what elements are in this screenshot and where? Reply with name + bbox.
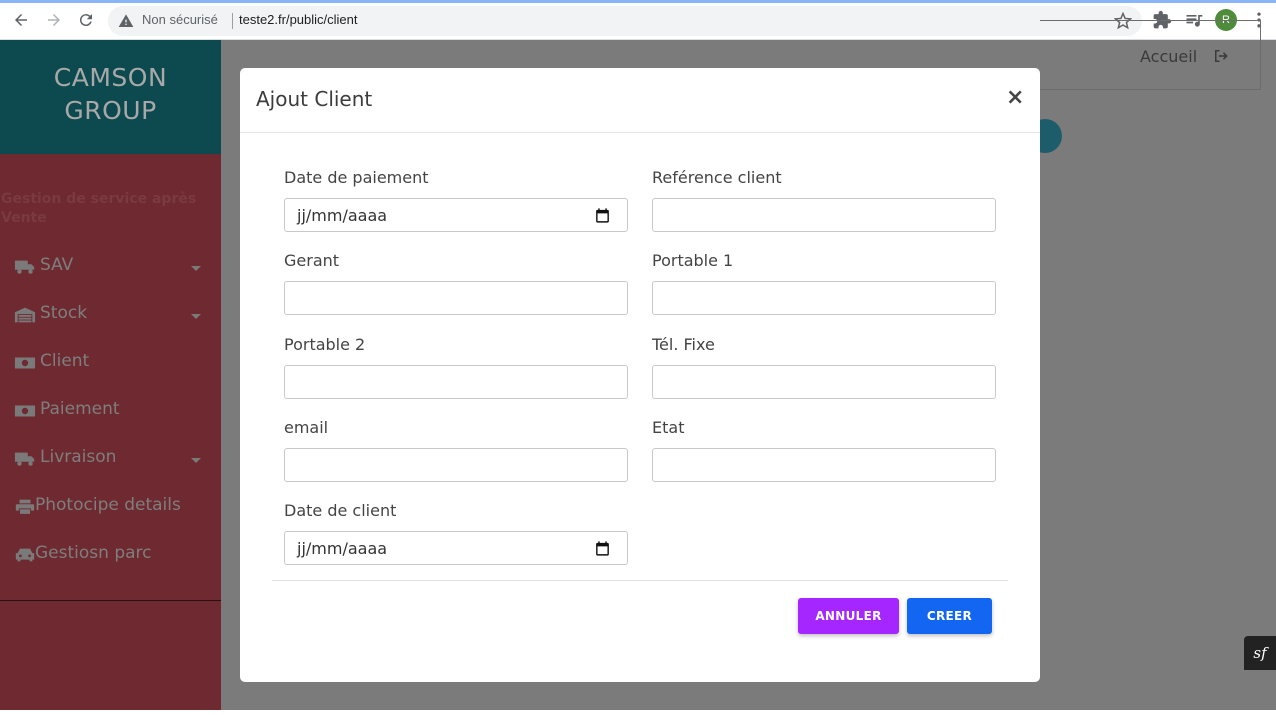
email-field[interactable] [284, 448, 628, 482]
insecure-label: Non sécurisé [142, 12, 218, 27]
close-icon[interactable]: × [1006, 87, 1024, 109]
date-client-label: Date de client [284, 501, 397, 520]
sidebar: CAMSON GROUP Gestion de service après Ve… [0, 40, 221, 710]
portable1-input[interactable] [652, 281, 996, 315]
modal-footer-divider [272, 580, 1008, 581]
date-client-input[interactable]: jj/mm/aaaa [284, 531, 628, 565]
page-bottom-strip [0, 710, 1276, 715]
brand-line-1: CAMSON [53, 63, 168, 92]
calendar-icon[interactable] [594, 540, 611, 557]
car-icon [15, 548, 35, 562]
money-icon [14, 405, 36, 417]
portable2-input[interactable] [284, 365, 628, 399]
sidebar-item-parc[interactable]: Gestiosn parc [0, 536, 221, 576]
sign-out-icon[interactable] [1212, 47, 1230, 65]
reload-button[interactable] [74, 8, 98, 32]
tel-fixe-label: Tél. Fixe [652, 335, 715, 354]
sidebar-item-label: SAV [40, 255, 74, 275]
home-link[interactable]: Accueil [1140, 47, 1197, 66]
sidebar-item-client[interactable]: Client [0, 344, 221, 384]
sidebar-item-sav[interactable]: SAV [0, 248, 221, 288]
date-placeholder: jj/mm/aaaa [297, 539, 388, 558]
portable2-label: Portable 2 [284, 335, 366, 354]
brand-header: CAMSON GROUP [0, 40, 221, 154]
sidebar-item-label: Client [40, 351, 90, 371]
etat-input[interactable] [652, 448, 996, 482]
create-button[interactable]: CREER [907, 598, 992, 634]
money-icon [14, 357, 36, 369]
sidebar-item-stock[interactable]: Stock [0, 296, 221, 336]
url-text: teste2.fr/public/client [239, 12, 358, 27]
reference-client-input[interactable] [652, 198, 996, 232]
arrow-right-icon [48, 14, 60, 26]
caret-down-icon [191, 266, 201, 271]
sidebar-item-label: Photocipe details [35, 495, 181, 515]
date-paiement-label: Date de paiement [284, 168, 429, 187]
date-paiement-input[interactable]: jj/mm/aaaa [284, 198, 628, 232]
caret-down-icon [191, 458, 201, 463]
page-load-progress [0, 0, 1276, 3]
portable1-label: Portable 1 [652, 251, 734, 270]
address-bar[interactable]: Non sécurisé teste2.fr/public/client [108, 6, 1142, 36]
sidebar-item-paiement[interactable]: Paiement [0, 392, 221, 432]
printer-icon [15, 499, 35, 515]
omnibox-separator [232, 13, 233, 29]
brand-logo-text: CAMSON GROUP [0, 61, 221, 127]
modal-header: Ajout Client × [240, 68, 1040, 133]
sidebar-item-label: Gestiosn parc [35, 543, 152, 563]
reload-icon [79, 14, 92, 27]
modal-title: Ajout Client [256, 87, 373, 111]
brand-line-2: GROUP [64, 96, 157, 125]
etat-label: Etat [652, 418, 685, 437]
tel-fixe-input[interactable] [652, 365, 996, 399]
calendar-icon[interactable] [594, 207, 611, 224]
reference-client-label: Reférence client [652, 168, 782, 187]
gerant-label: Gerant [284, 251, 340, 270]
arrow-left-icon [15, 14, 27, 26]
gerant-input[interactable] [284, 281, 628, 315]
sidebar-item-label: Paiement [40, 399, 120, 419]
sidebar-item-label: Livraison [40, 447, 117, 467]
sidebar-divider [0, 600, 221, 601]
warehouse-icon [14, 307, 36, 323]
sidebar-item-livraison[interactable]: Livraison [0, 440, 221, 480]
truck-icon [14, 260, 35, 274]
sidebar-item-photocopie[interactable]: Photocipe details [0, 488, 221, 528]
forward-button[interactable] [42, 8, 66, 32]
back-button[interactable] [9, 8, 33, 32]
caret-down-icon [191, 314, 201, 319]
add-client-modal: Ajout Client × Date de paiement jj/mm/aa… [240, 68, 1040, 682]
cancel-button[interactable]: ANNULER [798, 598, 899, 634]
sidebar-item-label: Stock [40, 303, 88, 323]
sidebar-subtitle: Gestion de service après Vente [1, 191, 197, 226]
email-label: email [284, 418, 329, 437]
symfony-toolbar-icon[interactable]: sf [1244, 636, 1276, 670]
warning-icon [118, 14, 134, 27]
symfony-logo-icon: sf [1253, 644, 1267, 662]
truck-icon [14, 452, 35, 466]
date-placeholder: jj/mm/aaaa [297, 206, 388, 225]
